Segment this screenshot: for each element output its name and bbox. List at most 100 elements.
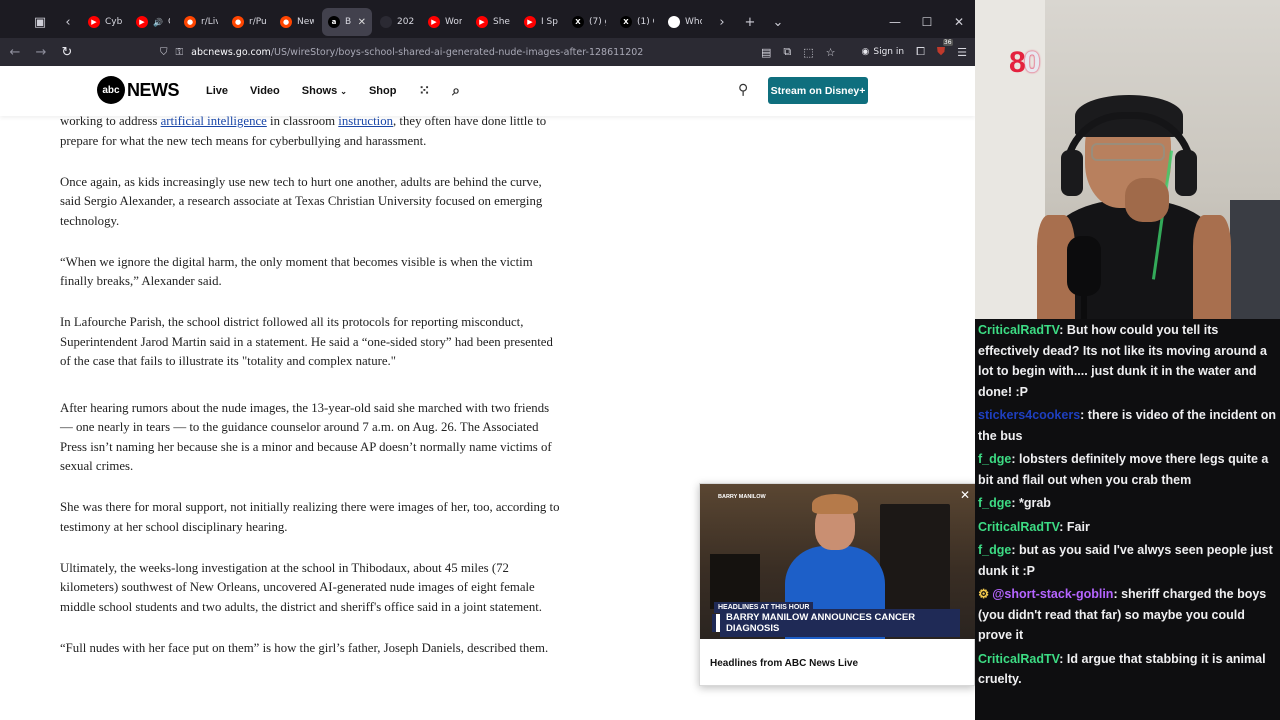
chat-username[interactable]: f_dge — [978, 496, 1011, 510]
user-account-icon[interactable]: ⚲ — [738, 82, 748, 98]
bookmark-star-icon[interactable]: ☆ — [826, 46, 836, 59]
article-paragraph: After hearing rumors about the nude imag… — [60, 400, 552, 474]
stream-on-disney-button[interactable]: Stream on Disney+ — [768, 77, 868, 104]
minimize-icon[interactable]: — — [879, 15, 911, 29]
apps-grid-icon[interactable]: ⁙ — [418, 82, 430, 99]
nav-video[interactable]: Video — [250, 85, 280, 97]
chat-username[interactable]: f_dge — [978, 543, 1011, 557]
menu-icon[interactable]: ☰ — [957, 46, 967, 59]
toolbar-right: ▤ ⧉ ⬚ ☆ ◉ Sign in ⧠ ⛊ 36 ☰ — [761, 38, 967, 66]
link-instruction[interactable]: instruction — [338, 114, 393, 128]
close-icon[interactable]: ✕ — [958, 488, 972, 502]
tab-favicon-icon: X — [572, 16, 584, 28]
video-caption[interactable]: Headlines from ABC News Live — [710, 658, 858, 669]
tab-label: r/Pub — [249, 17, 266, 27]
browser-tab[interactable]: ▶ 🔊 Cinem — [130, 8, 176, 36]
browser-tab[interactable]: X (1) CA — [614, 8, 660, 36]
reader-view-icon[interactable]: ▤ — [761, 46, 771, 59]
chat-message: ⚙ @short-stack-goblin: sheriff charged th… — [978, 584, 1276, 646]
list-tabs-icon[interactable]: ⌄ — [764, 8, 792, 36]
save-to-pocket-icon[interactable]: ⬚ — [803, 46, 813, 59]
browser-tab[interactable]: ▶ Sherif — [470, 8, 516, 36]
tab-close-icon[interactable]: ✕ — [358, 17, 366, 28]
chat-username[interactable]: stickers4cookers — [978, 408, 1080, 422]
address-bar[interactable]: ⛉ ⚿ abcnews.go.com/US/wireStory/boys-sch… — [152, 40, 842, 64]
chat-username[interactable]: CriticalRadTV — [978, 520, 1059, 534]
browser-tab[interactable]: ● r/Pub — [226, 8, 272, 36]
tab-strip: ▶ Cyber ▶ 🔊 Cinem ● r/Live ● r/Pub ● News a Boy ✕ 2025… — [82, 8, 708, 36]
cam-counter-overlay: 80 — [1009, 46, 1040, 80]
search-icon[interactable]: ⌕ — [452, 82, 460, 99]
cam-headset-ear-left — [1061, 150, 1083, 196]
nav-shows-label: Shows — [301, 84, 338, 97]
url-path: /US/wireStory/boys-school-shared-ai-gene… — [270, 46, 644, 58]
screenshot-icon[interactable]: ⧉ — [783, 45, 791, 59]
chat-panel: CriticalRadTV: But how could you tell it… — [975, 306, 1280, 720]
video-player-popup[interactable]: BARRY MANILOW ✕ HEADLINES AT THIS HOUR B… — [699, 483, 975, 686]
tab-favicon-icon: ▶ — [136, 16, 148, 28]
nav-shows[interactable]: Shows ⌄ — [302, 85, 347, 97]
scroll-tabs-left-icon[interactable]: ‹ — [54, 8, 82, 36]
tab-label: Boy — [345, 17, 351, 27]
video-lower-third-text: BARRY MANILOW ANNOUNCES CANCER DIAGNOSIS — [720, 609, 960, 637]
article-paragraph: working to address artificial intelligen… — [60, 112, 560, 151]
cam-glasses — [1091, 143, 1165, 161]
site-info-icon[interactable]: ⚿ — [176, 47, 184, 58]
chat-text: : Fair — [1059, 519, 1090, 534]
tab-label: News — [297, 17, 314, 27]
tab-favicon-icon: ● — [280, 16, 292, 28]
chat-username[interactable]: CriticalRadTV — [978, 652, 1059, 666]
navigation-toolbar: ← → ↻ ⛉ ⚿ abcnews.go.com/US/wireStory/bo… — [0, 38, 975, 66]
back-icon[interactable]: ← — [2, 45, 28, 60]
link-artificial-intelligence[interactable]: artificial intelligence — [161, 114, 267, 128]
chat-cutoff-spacer — [978, 306, 1276, 320]
browser-tab[interactable]: ● r/Live — [178, 8, 224, 36]
sign-in-button[interactable]: ◉ Sign in — [862, 47, 905, 57]
stream-overlay: 80 CriticalRadTV: But how could you tell… — [975, 0, 1280, 720]
chat-username[interactable]: @short-stack-goblin — [992, 587, 1113, 601]
reload-icon[interactable]: ↻ — [54, 45, 80, 60]
tab-favicon-icon: ● — [184, 16, 196, 28]
nav-live[interactable]: Live — [206, 85, 228, 97]
chat-username[interactable]: CriticalRadTV — [978, 323, 1059, 337]
video-name-label: BARRY MANILOW — [718, 494, 766, 500]
tab-audio-icon[interactable]: 🔊 — [153, 18, 163, 27]
forward-icon[interactable]: → — [28, 45, 54, 60]
video-scene-shelf — [880, 504, 950, 614]
tab-favicon-icon: ▶ — [428, 16, 440, 28]
tab-label: Woma — [445, 17, 462, 27]
logo-abc: abc — [97, 76, 125, 104]
ublock-icon[interactable]: ⛊ 36 — [937, 39, 953, 59]
browser-tab[interactable]: 2025- — [374, 8, 420, 36]
browser-tab[interactable]: ▶ Woma — [422, 8, 468, 36]
article-paragraph: In Lafourche Parish, the school district… — [60, 315, 553, 368]
tab-overview-icon[interactable]: ▣ — [26, 8, 54, 36]
browser-tab[interactable]: ▶ I Spen — [518, 8, 564, 36]
browser-tab[interactable]: a Boy ✕ — [322, 8, 372, 36]
tab-favicon-icon: ▶ — [524, 16, 536, 28]
chat-username[interactable]: f_dge — [978, 452, 1011, 466]
browser-tab[interactable]: ▶ Cyber — [82, 8, 128, 36]
tracking-shield-icon[interactable]: ⛉ — [160, 47, 168, 58]
scroll-tabs-right-icon[interactable]: › — [708, 8, 736, 36]
abc-news-logo[interactable]: abc NEWS — [97, 76, 180, 104]
url-host: abcnews.go.com — [191, 46, 271, 58]
chevron-down-icon: ⌄ — [340, 86, 347, 96]
browser-tab[interactable]: W Who a — [662, 8, 708, 36]
maximize-icon[interactable]: ☐ — [911, 15, 943, 29]
article-paragraph: “Full nudes with her face put on them” i… — [60, 640, 549, 655]
close-window-icon[interactable]: ✕ — [943, 15, 975, 29]
browser-window: ▣ ‹ ▶ Cyber ▶ 🔊 Cinem ● r/Live ● r/Pub ● News a Boy ✕… — [0, 0, 975, 720]
video-frame[interactable]: BARRY MANILOW ✕ HEADLINES AT THIS HOUR B… — [700, 484, 975, 639]
browser-tab[interactable]: ● News — [274, 8, 320, 36]
tab-favicon-icon: ● — [232, 16, 244, 28]
chat-message: f_dge: *grab — [978, 493, 1276, 514]
tab-favicon-icon: ▶ — [476, 16, 488, 28]
text-span: working to address — [60, 114, 161, 128]
article-paragraph: She was there for moral support, not ini… — [60, 500, 560, 534]
nav-shop[interactable]: Shop — [369, 85, 397, 97]
chat-message: CriticalRadTV: But how could you tell it… — [978, 320, 1276, 402]
extensions-icon[interactable]: ⧠ — [916, 45, 925, 59]
browser-tab[interactable]: X (7) gir — [566, 8, 612, 36]
new-tab-icon[interactable]: + — [736, 8, 764, 36]
